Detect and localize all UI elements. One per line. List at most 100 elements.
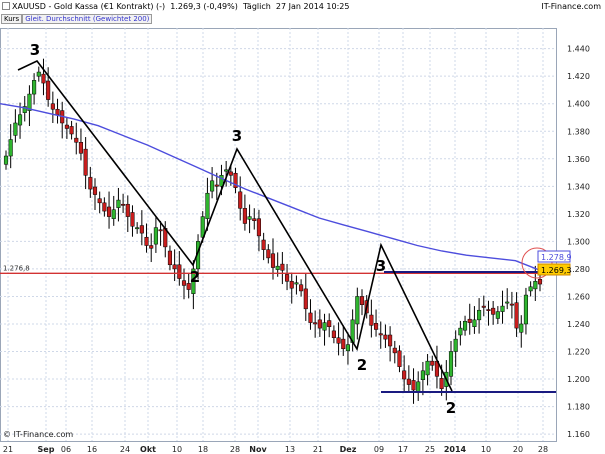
x-tick-label: 16 [87,445,97,454]
x-tick-label: 28 [230,445,240,454]
candle-body [472,319,477,327]
y-tick-label: 1.300 [567,237,590,246]
candle-body [303,288,308,310]
candle-body [107,206,112,217]
y-tick-label: 1.420 [567,72,590,81]
y-tick-label: 1.360 [567,155,590,164]
x-tick-label: 21 [313,445,323,454]
candle-body [322,322,327,331]
candle-body [533,281,538,290]
candle-body [280,263,285,271]
x-tick-label: 13 [285,445,295,454]
y-axis: 1.1601.1801.2001.2201.2401.2601.2801.300… [567,45,590,439]
candle-body [270,253,276,268]
candle-body [135,227,140,230]
candle-body [88,177,93,190]
candle-body [345,344,350,352]
candle-body [252,218,257,221]
candle-body [505,301,510,304]
candle-body [528,286,533,292]
candle-body [383,334,388,340]
candle-body [500,305,505,312]
x-tick-label: Sep [38,445,55,454]
candle-body [92,186,98,195]
candle-body [83,148,88,176]
candle-body [430,360,435,366]
wave-label: 2 [357,356,367,374]
candle-body [116,199,121,208]
y-tick-label: 1.400 [567,100,590,109]
candle-body [125,203,130,217]
price-tag-last-text: 1.269,3 [541,266,572,275]
candle-body [181,280,187,286]
candle-body [439,378,444,389]
y-tick-label: 1.260 [567,292,590,301]
candle-body [523,294,528,325]
price-chart[interactable]: 1.276,8 3 2 3 2 3 2 1.160 1.180 1.200 1.220 1.240… [0,0,605,454]
price-tag-ma: 1.278,9 [537,250,572,263]
candle-body [416,381,421,393]
candle-body [153,227,158,245]
x-tick-label: 20 [513,445,523,454]
candle-body [242,208,247,224]
candle-body [420,370,425,380]
candle-body [97,198,102,204]
candle-body [463,320,468,331]
candle-body [313,322,318,325]
x-tick-label: 10 [172,445,182,454]
candle-body [261,239,266,250]
y-tick-label: 1.180 [567,403,590,412]
candle-body [266,249,271,259]
candle-body [299,284,304,292]
candle-body [111,209,116,219]
candle-body [336,337,341,344]
candle-body [308,312,313,323]
candle-body [3,155,9,165]
candle-body [121,203,126,206]
x-tick-label: 21 [3,445,13,454]
x-tick-label: 06 [61,445,71,454]
y-tick-label: 1.440 [567,45,590,54]
wave-label: 3 [376,257,386,275]
candle-body [486,309,491,311]
x-tick-label: Dez [340,445,357,454]
wave-label: 2 [190,268,200,286]
candle-body [167,250,172,266]
candle-body [55,108,60,115]
candle-body [8,139,13,157]
candle-body [74,137,79,143]
candle-body [158,229,163,232]
y-tick-label: 1.220 [567,348,590,357]
y-tick-label: 1.160 [567,430,590,439]
y-tick-label: 1.340 [567,182,590,191]
candle-body [327,320,332,327]
x-axis: 21 Sep 06 16 24 Okt 10 18 28 Nov 13 21 Dez 09 17 25 2014… [3,445,548,454]
candle-body [355,296,360,325]
watermark: © IT-Finance.com [3,430,74,439]
y-tick-label: 1.320 [567,210,590,219]
price-tag-ma-text: 1.278,9 [541,253,572,262]
candle-body [247,216,252,220]
candle-body [509,303,514,306]
candle-body [214,184,219,187]
candle-body [458,327,463,336]
candle-body [228,171,233,176]
candle-body [69,126,74,135]
candle-body [172,264,177,270]
candle-body [177,264,182,279]
candle-body [18,114,23,126]
candle-body [402,370,407,380]
x-tick-label: 09 [374,445,384,454]
x-tick-label: 25 [425,445,435,454]
x-tick-label: Okt [140,445,156,454]
candle-body [224,169,229,172]
x-tick-label: 28 [538,445,548,454]
candle-body [467,318,472,323]
candle-body [411,380,416,391]
candle-body [144,237,149,246]
candle-body [139,225,144,234]
candle-body [514,302,519,329]
candle-body [46,80,51,100]
candle-body [13,122,18,136]
candle-body [448,351,454,377]
